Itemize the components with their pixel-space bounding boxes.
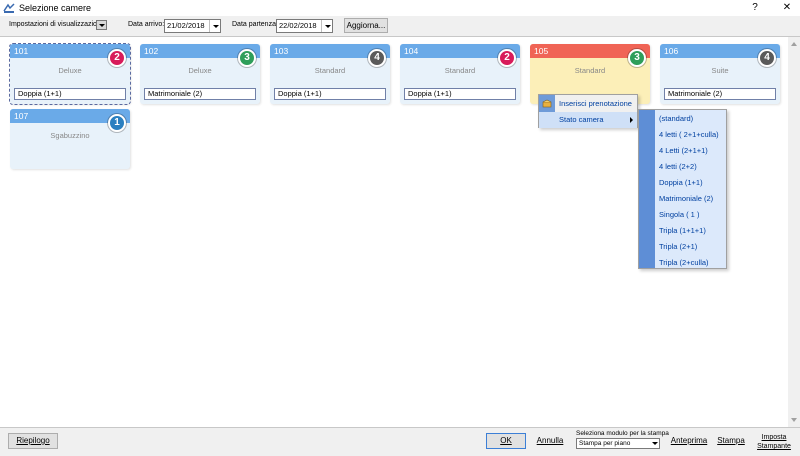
room-type: Deluxe [188, 66, 212, 75]
submenu-item[interactable]: Singola ( 1 ) [639, 207, 726, 223]
bed-configuration: Matrimoniale (2) [144, 88, 256, 100]
close-button[interactable]: ✕ [776, 0, 798, 16]
submenu-item[interactable]: 4 letti ( 2+1+culla) [639, 127, 726, 143]
booking-icon [542, 99, 552, 108]
title-bar: Selezione camere ? ✕ [0, 0, 800, 16]
departure-date-value: 22/02/2018 [279, 21, 317, 30]
print-module-caption: Seleziona modulo per la stampa [576, 430, 669, 437]
menu-item-insert-booking[interactable]: Inserisci prenotazione [539, 96, 637, 112]
view-settings-dropdown[interactable] [96, 20, 107, 30]
printer-setup-line1: Imposta [761, 434, 787, 441]
bed-configuration: Doppia (1+1) [274, 88, 386, 100]
toolbar: Impostazioni di visualizzazione Data arr… [0, 16, 800, 36]
departure-label: Data partenza: [232, 21, 278, 28]
cancel-button[interactable]: Annulla [530, 433, 570, 449]
vertical-scrollbar[interactable] [788, 37, 800, 427]
scroll-up-icon[interactable] [791, 42, 797, 46]
submenu-item[interactable]: (standard) [639, 111, 726, 127]
room-card-103[interactable]: 103 4 Standard Doppia (1+1) [270, 44, 390, 104]
occupancy-badge: 4 [758, 49, 776, 67]
occupancy-badge: 3 [628, 49, 646, 67]
submenu-item[interactable]: Tripla (1+1+1) [639, 223, 726, 239]
room-type: Sgabuzzino [50, 131, 90, 140]
room-type: Suite [711, 66, 729, 75]
room-card-102[interactable]: 102 3 Deluxe Matrimoniale (2) [140, 44, 260, 104]
printer-setup-button[interactable]: Imposta Stampante [752, 431, 796, 453]
occupancy-badge: 1 [108, 114, 126, 132]
room-type: Standard [444, 66, 476, 75]
printer-setup-line2: Stampante [757, 443, 791, 450]
submenu-item[interactable]: Doppia (1+1) [639, 175, 726, 191]
help-button[interactable]: ? [744, 0, 766, 16]
arrival-date-value: 21/02/2018 [167, 21, 205, 30]
occupancy-badge: 2 [108, 49, 126, 67]
room-card-106[interactable]: 106 4 Suite Matrimoniale (2) [660, 44, 780, 104]
submenu-item[interactable]: 4 Letti (2+1+1) [639, 143, 726, 159]
room-status-submenu: (standard) 4 letti ( 2+1+culla) 4 Letti … [638, 109, 727, 269]
refresh-button[interactable]: Aggiorna... [344, 18, 388, 33]
submenu-item[interactable]: Tripla (2+1) [639, 239, 726, 255]
summary-button[interactable]: Riepilogo [8, 433, 58, 449]
submenu-item[interactable]: 4 letti (2+2) [639, 159, 726, 175]
bed-configuration: Matrimoniale (2) [664, 88, 776, 100]
scroll-down-icon[interactable] [791, 418, 797, 422]
occupancy-badge: 3 [238, 49, 256, 67]
occupancy-badge: 4 [368, 49, 386, 67]
submenu-item[interactable]: Tripla (2+culla) [639, 255, 726, 271]
room-card-107[interactable]: 107 1 Sgabuzzino [10, 109, 130, 169]
occupancy-badge: 2 [498, 49, 516, 67]
print-module-select[interactable]: Stampa per piano [576, 438, 660, 449]
view-settings-label: Impostazioni di visualizzazione [9, 21, 105, 28]
print-button[interactable]: Stampa [714, 433, 748, 449]
app-icon [3, 3, 15, 13]
departure-date-picker[interactable]: 22/02/2018 [276, 19, 333, 33]
window-title: Selezione camere [19, 3, 92, 13]
room-type: Deluxe [58, 66, 82, 75]
menu-item-label: Inserisci prenotazione [559, 99, 632, 108]
rooms-panel: 101 2 Deluxe Doppia (1+1) 102 3 Deluxe M… [0, 36, 800, 428]
bed-configuration: Doppia (1+1) [14, 88, 126, 100]
chevron-down-icon[interactable] [209, 20, 220, 32]
menu-item-room-status[interactable]: Stato camera [539, 112, 637, 128]
bed-configuration: Doppia (1+1) [404, 88, 516, 100]
preview-button[interactable]: Anteprima [668, 433, 710, 449]
ok-button[interactable]: OK [486, 433, 526, 449]
chevron-right-icon [630, 117, 633, 123]
arrival-label: Data arrivo: [128, 21, 165, 28]
room-card-104[interactable]: 104 2 Standard Doppia (1+1) [400, 44, 520, 104]
submenu-item[interactable]: Matrimoniale (2) [639, 191, 726, 207]
context-menu: Inserisci prenotazione Stato camera [538, 94, 638, 128]
chevron-down-icon[interactable] [650, 439, 659, 448]
print-module-value: Stampa per piano [579, 440, 631, 447]
room-type: Standard [574, 66, 606, 75]
chevron-down-icon[interactable] [321, 20, 332, 32]
room-card-101[interactable]: 101 2 Deluxe Doppia (1+1) [9, 43, 131, 105]
arrival-date-picker[interactable]: 21/02/2018 [164, 19, 221, 33]
room-type: Standard [314, 66, 346, 75]
footer-bar: Riepilogo OK Annulla Seleziona modulo pe… [0, 428, 800, 456]
menu-item-label: Stato camera [559, 115, 604, 124]
